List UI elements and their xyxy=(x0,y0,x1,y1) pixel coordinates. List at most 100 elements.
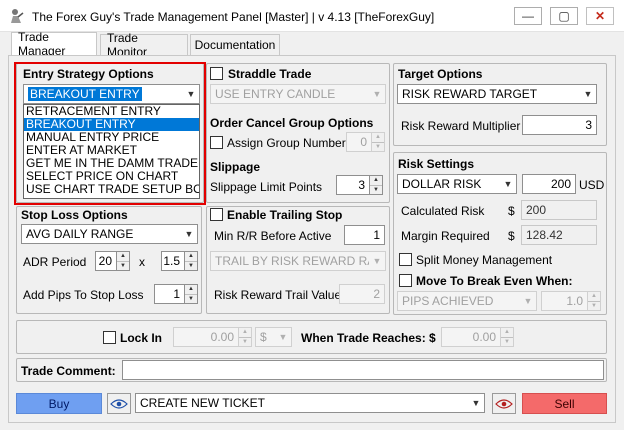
maximize-icon: ▢ xyxy=(558,9,570,23)
ticket-select-value: CREATE NEW TICKET xyxy=(140,396,265,410)
entry-strategy-value: BREAKOUT ENTRY xyxy=(28,87,142,101)
trailing-method-value: TRAIL BY RISK REWARD RATIO xyxy=(215,254,369,268)
margin-required-symbol: $ xyxy=(508,229,515,243)
sell-label: Sell xyxy=(554,396,575,411)
tab-trade-manager[interactable]: Trade Manager xyxy=(11,30,97,58)
break-even-value-input[interactable]: 1.0 xyxy=(541,291,588,311)
adr-period-input[interactable]: 20 xyxy=(95,251,117,271)
dropdown-option[interactable]: ENTER AT MARKET xyxy=(24,144,199,157)
slippage-header: Slippage xyxy=(210,160,261,174)
trailing-method-select[interactable]: TRAIL BY RISK REWARD RATIO ▼ xyxy=(210,251,386,271)
dropdown-option[interactable]: RETRACEMENT ENTRY xyxy=(24,105,199,118)
dropdown-option[interactable]: USE CHART TRADE SETUP BOX xyxy=(24,183,199,196)
add-pips-label: Add Pips To Stop Loss xyxy=(23,288,144,302)
min-rr-input[interactable]: 1 xyxy=(344,225,385,245)
down-arrow-icon: ▼ xyxy=(501,336,513,347)
chevron-down-icon: ▼ xyxy=(184,229,194,239)
minimize-button[interactable]: — xyxy=(514,7,542,25)
split-money-label: Split Money Management xyxy=(416,253,553,267)
chevron-down-icon: ▼ xyxy=(278,332,288,342)
split-money-checkbox[interactable] xyxy=(399,253,412,266)
preview-buy-button[interactable] xyxy=(107,393,131,414)
break-even-select-value: PIPS ACHIEVED xyxy=(402,294,494,308)
down-arrow-icon: ▼ xyxy=(185,260,197,271)
slippage-limit-label: Slippage Limit Points xyxy=(210,180,323,194)
close-icon: ✕ xyxy=(594,9,606,23)
add-pips-input[interactable]: 1 xyxy=(154,284,185,304)
group-number-stepper[interactable]: ▲ ▼ xyxy=(372,132,385,152)
straddle-select[interactable]: USE ENTRY CANDLE ▼ xyxy=(210,84,386,104)
buy-label: Buy xyxy=(48,396,70,411)
currency-label: USD xyxy=(579,178,605,192)
stop-loss-select[interactable]: AVG DAILY RANGE ▼ xyxy=(21,224,198,244)
up-arrow-icon: ▲ xyxy=(375,134,381,141)
adr-multiplier-input[interactable]: 1.5 xyxy=(161,251,185,271)
entry-strategy-select[interactable]: BREAKOUT ENTRY ▼ xyxy=(23,84,200,104)
adr-multiplier-stepper[interactable]: ▲ ▼ xyxy=(185,251,198,271)
lock-in-unit-select[interactable]: $ ▼ xyxy=(255,327,292,347)
assign-group-label: Assign Group Number xyxy=(227,136,346,150)
risk-type-value: DOLLAR RISK xyxy=(402,177,482,191)
down-arrow-icon: ▼ xyxy=(185,293,197,304)
stop-loss-select-value: AVG DAILY RANGE xyxy=(26,227,134,241)
trail-value-label: Risk Reward Trail Value xyxy=(214,288,342,302)
eye-icon xyxy=(495,398,513,409)
slippage-stepper[interactable]: ▲ ▼ xyxy=(370,175,383,195)
break-even-checkbox[interactable] xyxy=(399,274,412,287)
slippage-limit-input[interactable]: 3 xyxy=(336,175,370,195)
preview-sell-button[interactable] xyxy=(492,393,516,414)
group-number-input[interactable]: 0 xyxy=(346,132,372,152)
lock-in-value-input[interactable]: 0.00 xyxy=(173,327,239,347)
break-even-stepper[interactable]: ▲ ▼ xyxy=(588,291,601,311)
lock-in-stepper[interactable]: ▲ ▼ xyxy=(239,327,252,347)
entry-strategy-header: Entry Strategy Options xyxy=(23,67,154,81)
adr-period-stepper[interactable]: ▲ ▼ xyxy=(117,251,130,271)
risk-settings-header: Risk Settings xyxy=(398,157,475,171)
maximize-button[interactable]: ▢ xyxy=(550,7,578,25)
down-arrow-icon: ▼ xyxy=(372,141,384,152)
calculated-risk-symbol: $ xyxy=(508,204,515,218)
target-select[interactable]: RISK REWARD TARGET ▼ xyxy=(397,84,597,104)
straddle-checkbox[interactable] xyxy=(210,67,223,80)
up-arrow-icon: ▲ xyxy=(373,177,379,184)
trailing-stop-checkbox[interactable] xyxy=(210,208,223,221)
assign-group-checkbox[interactable] xyxy=(210,136,223,149)
down-arrow-icon: ▼ xyxy=(588,300,600,311)
when-trade-reaches-stepper[interactable]: ▲ ▼ xyxy=(501,327,514,347)
up-arrow-icon: ▲ xyxy=(120,253,126,260)
risk-type-select[interactable]: DOLLAR RISK ▼ xyxy=(397,174,517,194)
dropdown-option[interactable]: GET ME IN THE DAMM TRADE! xyxy=(24,157,199,170)
lock-in-unit-value: $ xyxy=(260,330,267,344)
dropdown-option-selected[interactable]: BREAKOUT ENTRY xyxy=(24,118,199,131)
tab-label: Trade Manager xyxy=(18,30,66,58)
min-rr-label: Min R/R Before Active xyxy=(214,229,332,243)
calculated-risk-value: 200 xyxy=(521,200,597,220)
down-arrow-icon: ▼ xyxy=(117,260,129,271)
up-arrow-icon: ▲ xyxy=(591,293,597,300)
order-cancel-header: Order Cancel Group Options xyxy=(210,116,374,130)
ticket-select[interactable]: CREATE NEW TICKET ▼ xyxy=(135,393,485,413)
when-trade-reaches-input[interactable]: 0.00 xyxy=(441,327,501,347)
trail-value-input[interactable]: 2 xyxy=(339,284,385,304)
buy-button[interactable]: Buy xyxy=(16,393,102,414)
tab-documentation[interactable]: Documentation xyxy=(190,34,280,55)
dropdown-option[interactable]: MANUAL ENTRY PRICE xyxy=(24,131,199,144)
up-arrow-icon: ▲ xyxy=(188,253,194,260)
dropdown-option[interactable]: SELECT PRICE ON CHART xyxy=(24,170,199,183)
trailing-stop-label: Enable Trailing Stop xyxy=(227,208,343,222)
when-trade-reaches-label: When Trade Reaches: $ xyxy=(301,331,436,345)
break-even-select[interactable]: PIPS ACHIEVED ▼ xyxy=(397,291,537,311)
lock-in-checkbox[interactable] xyxy=(103,331,116,344)
rr-multiplier-input[interactable]: 3 xyxy=(522,115,597,135)
trade-comment-input[interactable] xyxy=(122,360,604,380)
close-button[interactable]: ✕ xyxy=(586,7,614,25)
tab-trade-monitor[interactable]: Trade Monitor xyxy=(100,31,188,59)
chevron-down-icon: ▼ xyxy=(471,398,481,408)
up-arrow-icon: ▲ xyxy=(504,329,510,336)
break-even-label: Move To Break Even When: xyxy=(416,274,573,288)
adr-period-label: ADR Period xyxy=(23,255,87,269)
sell-button[interactable]: Sell xyxy=(522,393,607,414)
down-arrow-icon: ▼ xyxy=(239,336,251,347)
risk-amount-input[interactable]: 200 xyxy=(522,174,576,194)
add-pips-stepper[interactable]: ▲ ▼ xyxy=(185,284,198,304)
